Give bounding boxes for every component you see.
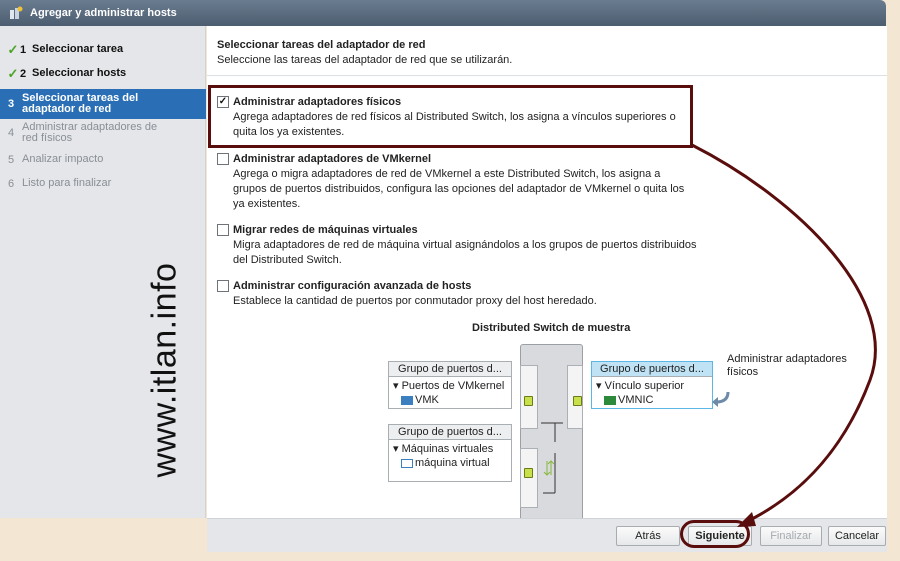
annotation-arrow (691, 143, 877, 527)
